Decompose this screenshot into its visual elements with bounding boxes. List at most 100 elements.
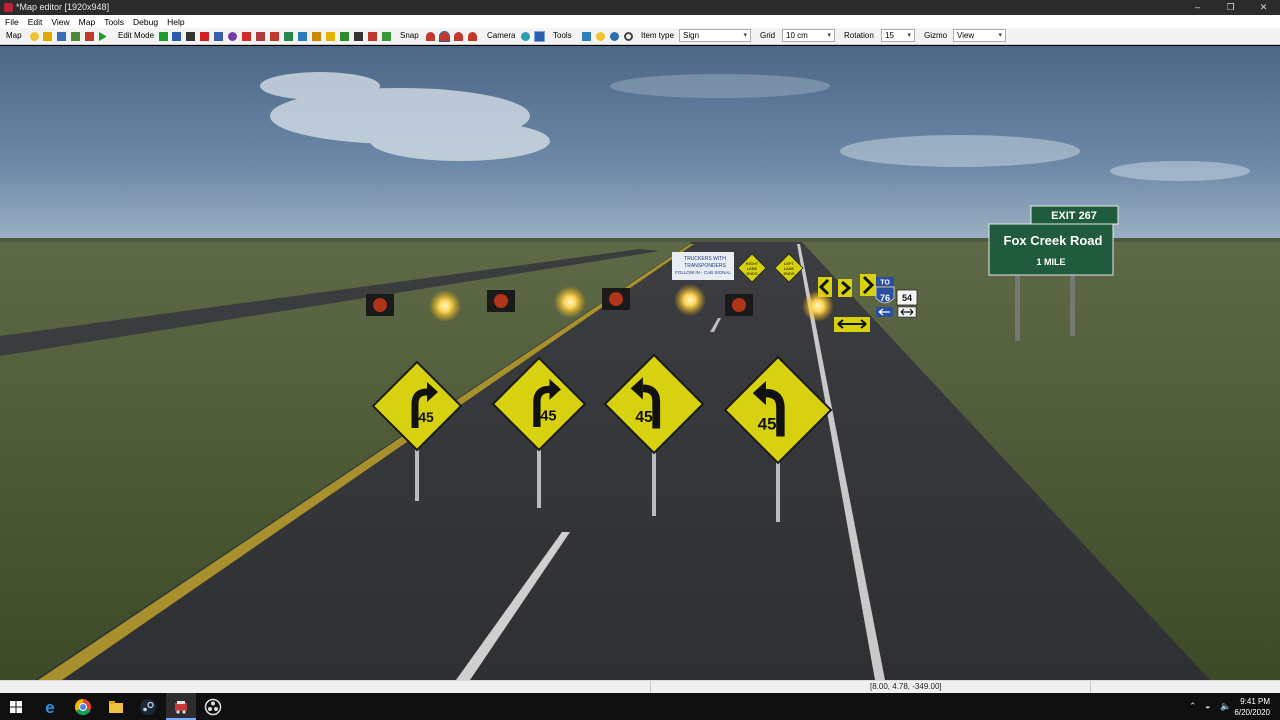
steam-icon[interactable] <box>138 697 158 717</box>
select-icon[interactable] <box>228 32 237 41</box>
item-type-value: Sign <box>683 31 700 40</box>
marker-icon[interactable] <box>256 32 265 41</box>
open-folder-icon[interactable] <box>43 32 52 41</box>
speed-limit-value: 45 <box>418 409 434 425</box>
flag-icon[interactable] <box>242 32 251 41</box>
tray-overflow-chevron-icon[interactable]: ⌃ <box>1189 701 1197 712</box>
window-title-bar: *Map editor [1920x948] – ❐ ✕ <box>0 0 1280 15</box>
trucker-sign-line-1: TRUCKERS WITH <box>684 256 726 262</box>
restore-button[interactable]: ❐ <box>1214 0 1247 15</box>
model-icon[interactable] <box>354 32 363 41</box>
menu-view[interactable]: View <box>51 17 69 27</box>
rotation-label: Rotation <box>844 31 874 40</box>
rotation-select[interactable]: 15 ▾ <box>881 29 915 42</box>
route-to-label: TO <box>880 280 890 287</box>
menu-debug[interactable]: Debug <box>133 17 158 27</box>
grid-icon[interactable] <box>326 32 335 41</box>
trucker-sign-line-3: FOLLOW IN - CAB SIGNAL <box>675 270 731 275</box>
rotate-icon[interactable] <box>284 32 293 41</box>
network-icon[interactable]: ◒ <box>1205 701 1210 711</box>
add-icon[interactable] <box>159 32 168 41</box>
menu-help[interactable]: Help <box>167 17 184 27</box>
file-explorer-icon[interactable] <box>106 697 126 717</box>
magnet-icon[interactable] <box>426 32 435 41</box>
magnet-node-icon[interactable] <box>454 32 463 41</box>
curve-icon[interactable] <box>270 32 279 41</box>
loop-icon[interactable] <box>298 32 307 41</box>
menu-file[interactable]: File <box>5 17 19 27</box>
speed-limit-value: 45 <box>635 409 653 426</box>
rotation-value: 15 <box>885 31 894 40</box>
save-icon[interactable] <box>57 32 66 41</box>
status-separator <box>650 681 651 693</box>
export-icon[interactable] <box>71 32 80 41</box>
exit-road-name: Fox Creek Road <box>1004 233 1103 248</box>
search-icon[interactable] <box>624 32 633 41</box>
volume-icon[interactable]: 🔈 <box>1220 701 1231 712</box>
tree-icon[interactable] <box>340 32 349 41</box>
gear-icon[interactable] <box>610 32 619 41</box>
globe-icon[interactable] <box>521 32 530 41</box>
grid-label: Grid <box>760 31 776 40</box>
window-title: *Map editor [1920x948] <box>16 2 110 12</box>
favorite-star-icon[interactable] <box>30 32 39 41</box>
menu-edit[interactable]: Edit <box>28 17 43 27</box>
palette-icon[interactable] <box>582 32 591 41</box>
swap-icon[interactable] <box>186 32 195 41</box>
exit-number: EXIT 267 <box>1051 210 1097 222</box>
speed-limit-value: 45 <box>758 414 777 433</box>
speed-limit-value: 45 <box>540 409 556 425</box>
magnet-active-icon[interactable] <box>439 31 450 42</box>
edit-mode-button[interactable]: Edit Mode <box>118 31 154 40</box>
vehicle-icon[interactable] <box>368 32 377 41</box>
close-button[interactable]: ✕ <box>1247 0 1280 15</box>
play-icon[interactable] <box>99 32 106 41</box>
prefab-icon[interactable] <box>382 32 391 41</box>
cursor-coordinates: [8.00, 4.78, -349.00] <box>870 682 942 691</box>
gizmo-label: Gizmo <box>924 31 948 40</box>
tools-button[interactable]: Tools <box>553 31 572 40</box>
chevron-down-icon: ▾ <box>827 32 831 39</box>
map-viewport[interactable]: EXIT 267 Fox Creek Road 1 MILE TRUCKERS … <box>0 46 1280 680</box>
trucker-sign-line-2: TRANSPONDERS <box>684 263 726 269</box>
filter-icon[interactable] <box>534 31 545 42</box>
delete-icon[interactable] <box>200 32 209 41</box>
sun-icon[interactable] <box>596 32 605 41</box>
windows-start-icon[interactable] <box>6 697 26 717</box>
us-route-number: 54 <box>902 293 912 303</box>
trucker-info-sign: TRUCKERS WITH TRANSPONDERS FOLLOW IN - C… <box>672 252 734 280</box>
import-icon[interactable] <box>85 32 94 41</box>
minimize-button[interactable]: – <box>1181 0 1214 15</box>
obs-studio-icon[interactable] <box>203 697 223 717</box>
grid-select[interactable]: 10 cm ▾ <box>782 29 835 42</box>
chevron-down-icon: ▾ <box>743 32 747 39</box>
chevron-down-icon: ▾ <box>907 32 911 39</box>
exit-distance: 1 MILE <box>1036 257 1065 267</box>
move-icon[interactable] <box>172 32 181 41</box>
chrome-browser-icon[interactable] <box>73 697 93 717</box>
item-type-label: Item type <box>641 31 674 40</box>
terrain-icon[interactable] <box>312 32 321 41</box>
menu-tools[interactable]: Tools <box>104 17 124 27</box>
snap-button[interactable]: Snap <box>400 31 419 40</box>
magnet-grid-icon[interactable] <box>468 32 477 41</box>
gizmo-value: View <box>957 31 975 40</box>
lane-sign-1-line-3: ENDS <box>746 271 757 276</box>
camera-button[interactable]: Camera <box>487 31 515 40</box>
system-clock[interactable]: 9:41 PM 6/20/2020 <box>1234 696 1270 718</box>
menu-bar: File Edit View Map Tools Debug Help <box>0 15 1280 28</box>
edge-browser-icon[interactable]: e <box>40 697 60 717</box>
map-button[interactable]: Map <box>6 31 22 40</box>
status-separator <box>1090 681 1091 693</box>
app-icon <box>4 3 13 12</box>
gizmo-select[interactable]: View ▾ <box>953 29 1006 42</box>
properties-icon[interactable] <box>214 32 223 41</box>
menu-map[interactable]: Map <box>79 17 96 27</box>
item-type-select[interactable]: Sign ▾ <box>679 29 751 42</box>
lane-sign-2-line-3: ENDS <box>783 271 794 276</box>
toolbar: Map Edit Mode Snap Camera Tools Item typ… <box>0 28 1280 45</box>
svg-text:e: e <box>45 698 54 717</box>
truck-simulator-icon[interactable] <box>171 697 191 717</box>
windows-taskbar: e ⌃ ◒ 🔈 9:41 PM 6/20/2020 <box>0 693 1280 720</box>
status-bar: [8.00, 4.78, -349.00] <box>0 680 1280 693</box>
